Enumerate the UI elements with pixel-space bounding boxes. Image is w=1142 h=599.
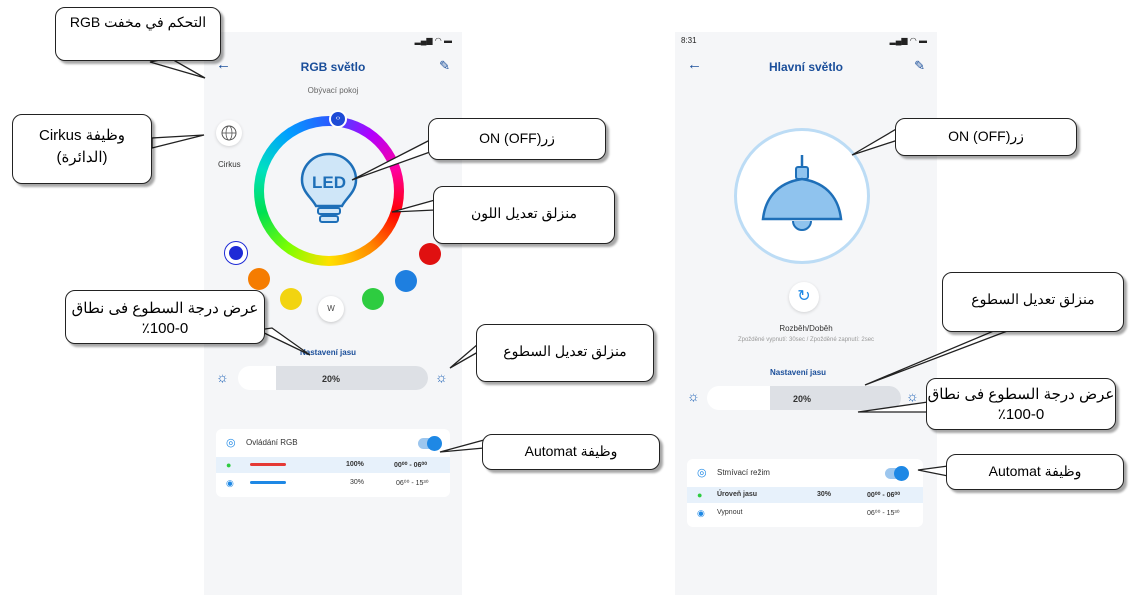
pointer-on-off-1	[351, 138, 431, 181]
callout-automat-2: وظيفة Automat	[946, 454, 1124, 490]
callout-on-off-1: زر(OFF) ON	[428, 118, 606, 160]
callout-rgb-control: التحكم في مخفت RGB	[55, 7, 221, 61]
pointer-color-slider	[391, 199, 436, 213]
pointer-automat-2	[917, 465, 949, 477]
pointer-brightness-slider-2	[864, 329, 1011, 386]
callout-automat-1: وظيفة Automat	[482, 434, 660, 470]
callout-color-slider: منزلق تعديل اللون	[433, 186, 615, 244]
pointer-cirkus	[151, 134, 205, 149]
pointer-rgb-control	[149, 57, 206, 79]
callout-brightness-slider-1: منزلق تعديل السطوع	[476, 324, 654, 382]
callout-brightness-slider-2: منزلق تعديل السطوع	[942, 272, 1124, 332]
pointer-brightness-slider-1	[449, 342, 479, 369]
callout-cirkus-function: وظيفة Cirkus (الدائرة)	[12, 114, 152, 184]
pointer-brightness-display-1	[255, 327, 311, 356]
pointer-on-off-2	[851, 126, 899, 156]
pointer-brightness-display-2	[857, 401, 929, 413]
callout-on-off-2: زر(OFF) ON	[895, 118, 1077, 156]
callout-brightness-display-1: عرض درجة السطوع فى نطاق 0-100٪	[65, 290, 265, 344]
pointer-automat-1	[439, 439, 485, 453]
callout-brightness-display-2: عرض درجة السطوع فى نطاق 0-100٪	[926, 378, 1116, 430]
